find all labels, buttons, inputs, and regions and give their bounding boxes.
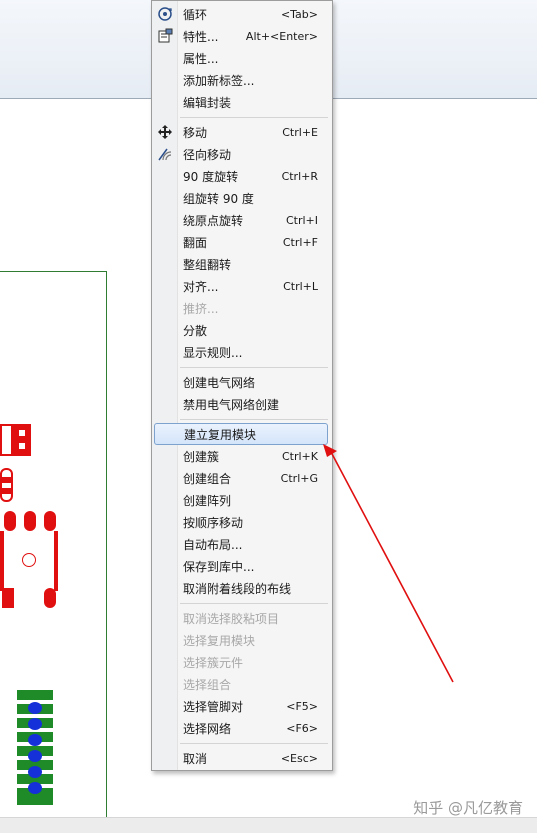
- arrow-line: [330, 451, 454, 683]
- arrow-head-icon: [323, 444, 337, 457]
- annotation-arrow: [323, 444, 454, 683]
